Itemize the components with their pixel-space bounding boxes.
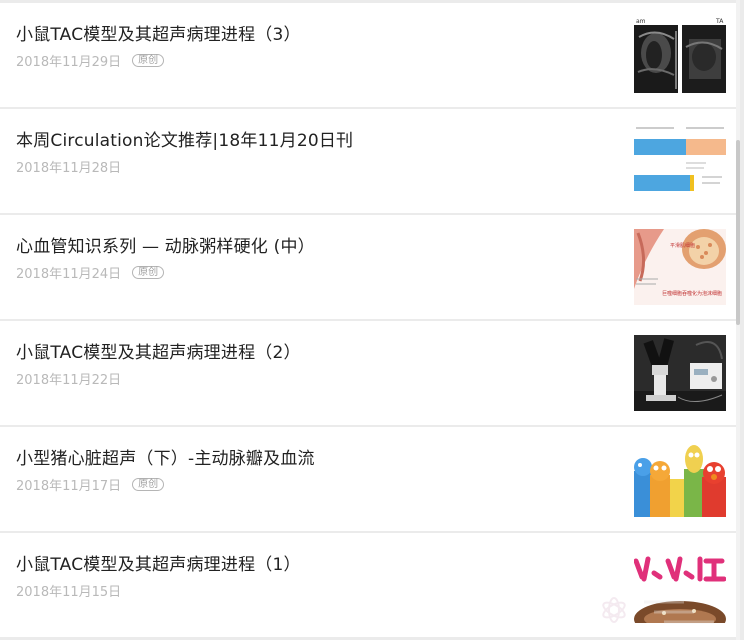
watermark-flower-icon [602, 597, 714, 624]
article-item-2[interactable]: 本周Circulation论文推荐|18年11月20日刊 2018年11月28日 [0, 109, 740, 213]
article-date: 2018年11月28日 [16, 160, 122, 176]
article-meta: 2018年11月17日 原创 [16, 475, 165, 494]
article-meta: 2018年11月15日 [16, 581, 122, 600]
article-thumbnail-cartoon[interactable] [634, 441, 726, 517]
article-title[interactable]: 小鼠TAC模型及其超声病理进程（1） [16, 550, 301, 575]
article-item-1[interactable]: 小鼠TAC模型及其超声病理进程（3） 2018年11月29日 原创 am TA [0, 3, 740, 107]
article-meta: 2018年11月24日 原创 [16, 263, 165, 282]
article-date: 2018年11月15日 [16, 584, 122, 600]
scrollbar-track[interactable] [736, 0, 740, 640]
article-item-3[interactable]: 心血管知识系列 — 动脉粥样硬化 (中） 2018年11月24日 原创 平滑肌细… [0, 215, 740, 319]
article-thumbnail-artery[interactable]: 平滑肌细胞 巨噬细胞吞噬化为泡沫细胞 [634, 229, 726, 305]
article-date: 2018年11月24日 [16, 266, 122, 282]
thumb-label-left: am [636, 18, 646, 25]
article-list: 小鼠TAC模型及其超声病理进程（3） 2018年11月29日 原创 am TA [0, 0, 740, 640]
scrollbar-thumb[interactable] [736, 140, 740, 325]
article-title[interactable]: 心血管知识系列 — 动脉粥样硬化 (中） [16, 232, 315, 257]
article-item-4[interactable]: 小鼠TAC模型及其超声病理进程（2） 2018年11月22日 [0, 321, 740, 425]
article-title[interactable]: 本周Circulation论文推荐|18年11月20日刊 [16, 126, 353, 151]
article-title[interactable]: 小型猪心脏超声（下）-主动脉瓣及血流 [16, 444, 315, 469]
article-title[interactable]: 小鼠TAC模型及其超声病理进程（3） [16, 20, 301, 45]
thumb-label-upper: 平滑肌细胞 [670, 242, 695, 249]
article-date: 2018年11月17日 [16, 478, 122, 494]
article-date: 2018年11月29日 [16, 54, 122, 70]
thumb-label-lower: 巨噬细胞吞噬化为泡沫细胞 [662, 290, 722, 297]
article-title[interactable]: 小鼠TAC模型及其超声病理进程（2） [16, 338, 301, 363]
article-thumbnail-ultrasound[interactable]: am TA [634, 17, 726, 93]
article-date: 2018年11月22日 [16, 372, 122, 388]
article-meta: 2018年11月29日 原创 [16, 51, 165, 70]
original-tag: 原创 [132, 477, 165, 491]
original-tag: 原创 [132, 53, 165, 67]
original-tag: 原创 [132, 265, 165, 279]
article-thumbnail-chart[interactable] [634, 123, 726, 199]
thumb-label-right: TA [715, 18, 724, 25]
article-thumbnail-microscope[interactable] [634, 335, 726, 411]
article-meta: 2018年11月22日 [16, 369, 122, 388]
article-meta: 2018年11月28日 [16, 157, 122, 176]
article-item-5[interactable]: 小型猪心脏超声（下）-主动脉瓣及血流 2018年11月17日 原创 [0, 427, 740, 531]
